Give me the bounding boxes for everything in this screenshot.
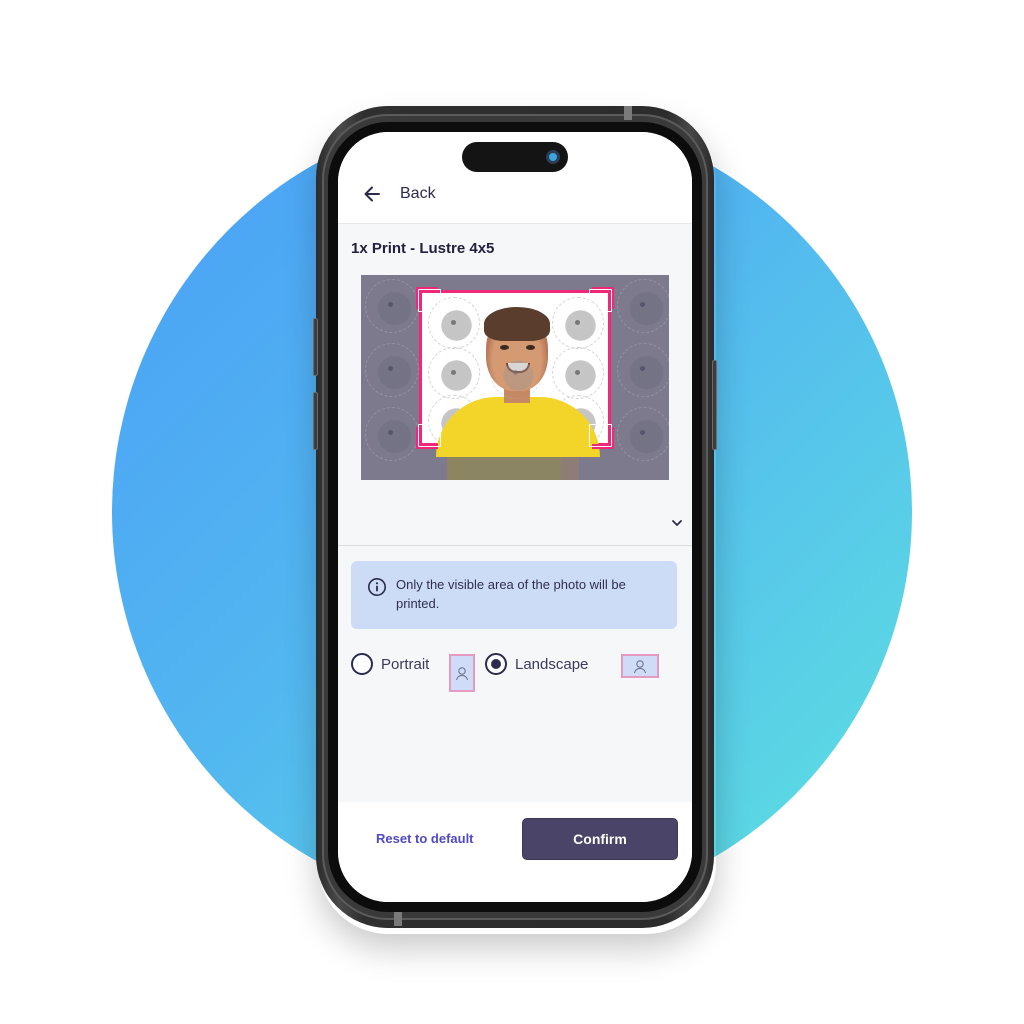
arrow-left-icon [364, 186, 380, 202]
watermark [365, 343, 419, 397]
watermark [617, 343, 669, 397]
photo-subject-hair [484, 307, 550, 341]
back-button[interactable]: Back [362, 184, 436, 204]
antenna-line [624, 106, 632, 120]
footer-actions: Reset to default Confirm [338, 802, 692, 902]
print-area-notice: Only the visible area of the photo will … [351, 561, 677, 629]
chevron-down-icon[interactable] [670, 516, 684, 530]
landscape-label: Landscape [515, 655, 589, 673]
photo-crop-preview[interactable] [361, 275, 669, 480]
watermark [490, 347, 542, 399]
orientation-portrait-option[interactable]: Portrait [351, 653, 429, 675]
crop-handle-top-left[interactable] [416, 287, 441, 312]
power-button [712, 360, 717, 450]
landscape-thumbnail-icon [621, 654, 659, 678]
portrait-thumbnail-icon [449, 654, 475, 692]
crop-handle-bottom-right[interactable] [589, 424, 614, 449]
watermark [428, 347, 480, 399]
crop-handle-top-right[interactable] [589, 287, 614, 312]
crop-frame[interactable] [416, 287, 614, 457]
portrait-radio[interactable] [351, 653, 373, 675]
orientation-landscape-option[interactable]: Landscape [485, 653, 588, 675]
back-label: Back [400, 185, 436, 202]
person-icon [456, 667, 468, 681]
orientation-selector: Portrait Landscape [351, 650, 681, 694]
reset-to-default-button[interactable]: Reset to default [376, 831, 474, 846]
phone-screen: Back 1x Print - Lustre 4x5 Only the visi… [338, 132, 692, 902]
volume-down-button [313, 392, 318, 450]
volume-up-button [313, 318, 318, 376]
portrait-label: Portrait [381, 655, 430, 673]
landscape-radio[interactable] [485, 653, 507, 675]
dynamic-island [462, 142, 568, 172]
front-camera-icon [546, 150, 560, 164]
notice-text: Only the visible area of the photo will … [396, 577, 626, 611]
confirm-button[interactable]: Confirm [522, 818, 678, 860]
crop-handle-bottom-left[interactable] [416, 424, 441, 449]
section-divider [338, 545, 692, 546]
antenna-line [394, 912, 402, 926]
product-title: 1x Print - Lustre 4x5 [351, 240, 495, 257]
info-icon [368, 578, 386, 596]
watermark [617, 279, 669, 333]
person-icon [634, 660, 646, 674]
watermark [552, 347, 604, 399]
watermark [365, 279, 419, 333]
watermark [617, 407, 669, 461]
watermark [365, 407, 419, 461]
